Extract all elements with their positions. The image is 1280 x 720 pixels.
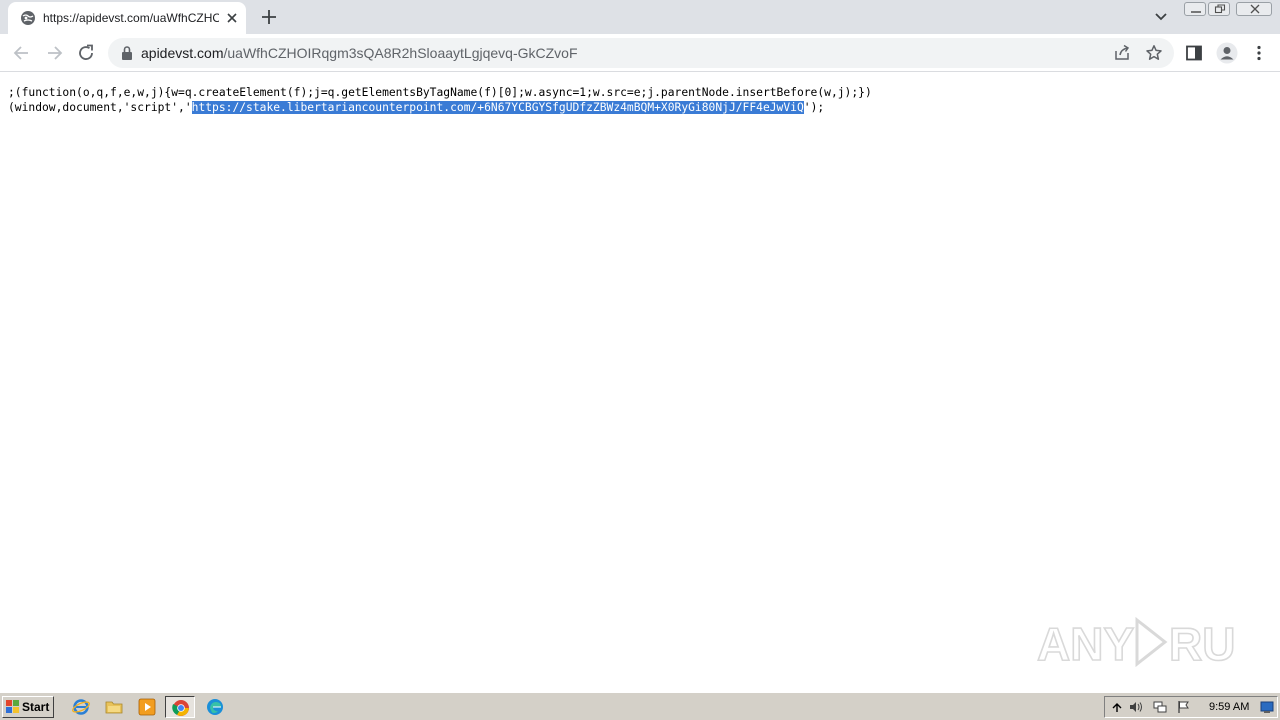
script-source: ;(function(o,q,f,e,w,j){w=q.createElemen… xyxy=(8,85,872,115)
tab-title: https://apidevst.com/uaWfhCZHOIR xyxy=(43,11,219,25)
star-icon[interactable] xyxy=(1145,44,1163,62)
reload-icon[interactable] xyxy=(76,43,96,63)
chevron-down-icon[interactable] xyxy=(1152,9,1170,25)
chrome-icon[interactable] xyxy=(165,696,195,718)
lock-icon[interactable] xyxy=(120,45,134,61)
volume-icon[interactable] xyxy=(1129,700,1143,714)
browser-toolbar: apidevst.com/uaWfhCZHOIRqgm3sQA8R2hSloaa… xyxy=(0,34,1280,72)
restore-icon[interactable] xyxy=(1208,2,1230,16)
share-icon[interactable] xyxy=(1113,44,1131,62)
side-panel-icon[interactable] xyxy=(1185,44,1203,62)
code-line-2-prefix: (window,document,'script',' xyxy=(8,101,192,114)
minimize-icon[interactable] xyxy=(1184,2,1206,16)
globe-icon xyxy=(20,10,36,26)
start-button[interactable]: Start xyxy=(2,696,54,718)
action-center-flag-icon[interactable] xyxy=(1177,700,1191,714)
address-bar[interactable]: apidevst.com/uaWfhCZHOIRqgm3sQA8R2hSloaa… xyxy=(108,38,1174,68)
windows-logo-icon xyxy=(6,700,20,714)
selected-url-text[interactable]: https://stake.libertariancounterpoint.co… xyxy=(191,101,804,114)
media-player-icon[interactable] xyxy=(132,696,162,718)
anyrun-watermark: ANY RUN ANY RUN xyxy=(1036,610,1269,674)
chevron-up-icon[interactable] xyxy=(1110,700,1124,714)
kebab-menu-icon[interactable] xyxy=(1250,44,1268,62)
watermark-text-left: ANY xyxy=(1037,618,1134,670)
network-icon[interactable] xyxy=(1153,700,1167,714)
url-host: apidevst.com xyxy=(141,45,224,61)
back-arrow-icon[interactable] xyxy=(12,43,32,63)
profile-icon[interactable] xyxy=(1216,42,1238,64)
show-desktop-icon[interactable] xyxy=(1260,700,1274,714)
taskbar: Start 9:59 AM xyxy=(0,692,1280,720)
close-tab-icon[interactable] xyxy=(224,10,240,26)
code-line-1: ;(function(o,q,f,e,w,j){w=q.createElemen… xyxy=(8,86,872,99)
internet-explorer-icon[interactable] xyxy=(66,696,96,718)
browser-tab[interactable]: https://apidevst.com/uaWfhCZHOIR xyxy=(8,2,246,34)
edge-icon[interactable] xyxy=(200,696,230,718)
page-content: ;(function(o,q,f,e,w,j){w=q.createElemen… xyxy=(0,72,1280,692)
code-line-2-suffix: '); xyxy=(803,101,825,114)
system-tray: 9:59 AM xyxy=(1104,696,1278,718)
close-window-icon[interactable] xyxy=(1236,2,1272,16)
start-label: Start xyxy=(22,700,50,714)
watermark-text-right: RUN xyxy=(1169,618,1237,670)
forward-arrow-icon[interactable] xyxy=(44,43,64,63)
url-path: /uaWfhCZHOIRqgm3sQA8R2hSloaaytLgjqevq-Gk… xyxy=(223,45,578,61)
folder-icon[interactable] xyxy=(99,696,129,718)
new-tab-icon[interactable] xyxy=(260,8,278,26)
url-text[interactable]: apidevst.com/uaWfhCZHOIRqgm3sQA8R2hSloaa… xyxy=(141,45,578,61)
tab-strip: https://apidevst.com/uaWfhCZHOIR xyxy=(0,0,1280,34)
clock: 9:59 AM xyxy=(1209,701,1250,713)
